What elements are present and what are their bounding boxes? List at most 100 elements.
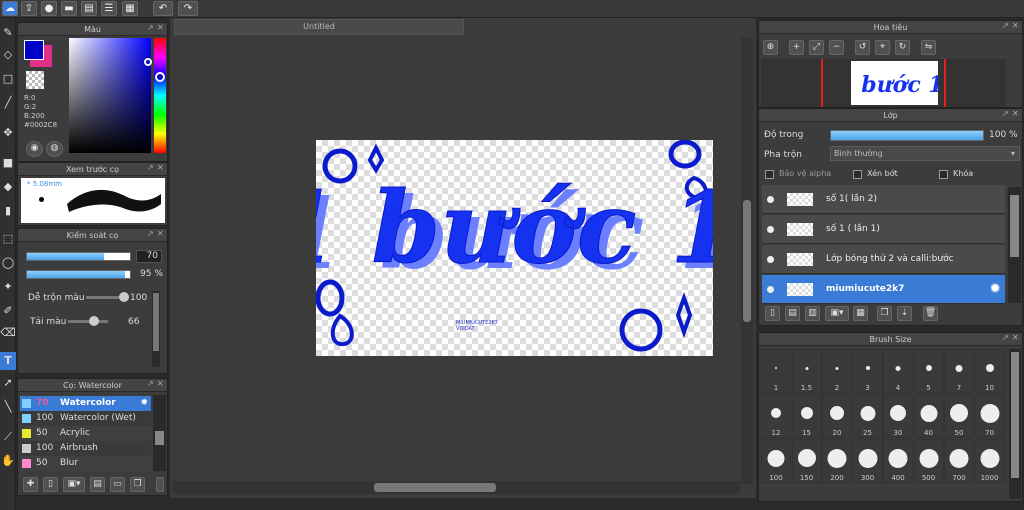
visibility-eye-icon[interactable] <box>767 286 774 293</box>
brush-size-preset[interactable]: 700 <box>944 439 974 483</box>
document-tab[interactable]: Untitled <box>174 19 464 35</box>
close-icon[interactable]: ✕ <box>157 230 165 238</box>
hue-cursor[interactable] <box>155 72 165 82</box>
color-set-icon[interactable]: ◍ <box>46 141 63 157</box>
brush-size-preset[interactable]: 300 <box>852 439 883 483</box>
lock-checkbox[interactable] <box>939 170 948 179</box>
rotate-right-icon[interactable]: ↻ <box>895 40 910 55</box>
page-icon[interactable]: ▤ <box>81 1 97 16</box>
chat-icon[interactable]: ▬ <box>61 1 77 16</box>
transparent-swatch[interactable] <box>26 71 44 89</box>
brush-size-preset[interactable]: 40 <box>913 394 944 438</box>
eraser-tool-icon[interactable]: ◇ <box>0 46 16 64</box>
new-layer-icon[interactable]: ▯ <box>765 306 780 321</box>
blend-slider[interactable] <box>86 292 129 302</box>
close-icon[interactable]: ✕ <box>1012 334 1020 342</box>
brush-size-preset[interactable]: 4 <box>883 349 913 393</box>
move-tool-icon[interactable]: ✥ <box>0 124 16 142</box>
close-icon[interactable]: ✕ <box>157 164 165 172</box>
brush-size-preset[interactable]: 100 <box>761 439 791 483</box>
vertical-scroll-thumb[interactable] <box>743 200 751 322</box>
brush-size-preset[interactable]: 2 <box>822 349 852 393</box>
brush-size-scrollbar[interactable] <box>1009 349 1021 499</box>
delete-layer-icon[interactable]: 🗑 <box>923 306 938 321</box>
brush-size-scroll-thumb[interactable] <box>1011 352 1019 478</box>
saturation-value-picker[interactable] <box>69 38 152 153</box>
visibility-eye-icon[interactable] <box>767 196 774 203</box>
undo-icon[interactable]: ↶ <box>153 1 173 16</box>
flip-icon[interactable]: ⇋ <box>921 40 936 55</box>
document-icon[interactable]: ▤ <box>90 477 105 492</box>
select-pen-icon[interactable]: ✐ <box>0 302 16 320</box>
comment-icon[interactable]: ● <box>41 1 57 16</box>
lasso-icon[interactable]: ◯ <box>0 254 16 272</box>
rect-tool-icon[interactable]: □ <box>0 70 16 88</box>
palette-icon[interactable]: ◉ <box>26 141 43 157</box>
list-icon[interactable]: ☰ <box>101 1 117 16</box>
rotate-left-icon[interactable]: ↺ <box>855 40 870 55</box>
gear-icon[interactable]: ✹ <box>989 275 1001 304</box>
duplicate-layer-icon[interactable]: ▦ <box>853 306 868 321</box>
text-tool-icon[interactable]: T <box>0 352 16 370</box>
reset-view-icon[interactable]: ⌖ <box>875 40 890 55</box>
brush-size-preset[interactable]: 20 <box>822 394 852 438</box>
blend-mode-select[interactable]: Bình thường ▾ <box>830 146 1020 161</box>
share-icon[interactable]: ⇪ <box>21 1 37 16</box>
brush-list-item[interactable]: 70 Watercolor ✹ <box>20 396 151 411</box>
hand-tool-icon[interactable]: ✋ <box>0 452 16 470</box>
folder-icon[interactable]: ▭ <box>110 477 125 492</box>
close-icon[interactable]: ✕ <box>157 380 165 388</box>
expand-icon[interactable]: ↗ <box>147 380 155 388</box>
layer-opacity-slider[interactable] <box>830 130 984 141</box>
expand-icon[interactable]: ↗ <box>1002 110 1010 118</box>
brush-size-preset[interactable]: 5 <box>913 349 944 393</box>
close-icon[interactable]: ✕ <box>1012 22 1020 30</box>
scroll-thumb[interactable] <box>155 431 164 445</box>
expand-icon[interactable]: ↗ <box>147 230 155 238</box>
layer-row[interactable]: Lớp bóng thứ 2 và calli:bước <box>762 245 1005 274</box>
expand-icon[interactable]: ↗ <box>1002 22 1010 30</box>
merge-layer-icon[interactable]: ⇣ <box>897 306 912 321</box>
brush-list-item[interactable]: 100 Airbrush <box>20 441 151 456</box>
new-halftone-layer-icon[interactable]: ▤ <box>785 306 800 321</box>
brush-size-preset[interactable]: 30 <box>883 394 913 438</box>
operation-tool-icon[interactable]: ➚ <box>0 374 16 392</box>
close-icon[interactable]: ✕ <box>1012 110 1020 118</box>
new-page-icon[interactable]: ▯ <box>43 477 58 492</box>
select-rect-icon[interactable]: ⬚ <box>0 230 16 248</box>
brush-tool-icon[interactable]: ✎ <box>0 24 16 42</box>
foreground-color-swatch[interactable] <box>24 40 44 60</box>
brush-list-item[interactable]: 50 Blur <box>20 456 151 471</box>
brush-size-preset[interactable]: 15 <box>791 394 822 438</box>
expand-icon[interactable]: ↗ <box>147 24 155 32</box>
brush-list-item[interactable]: 100 Watercolor (Wet) <box>20 411 151 426</box>
horizontal-scroll-thumb[interactable] <box>374 483 496 492</box>
brush-size-preset[interactable]: 12 <box>761 394 791 438</box>
divide-tool-icon[interactable]: ╲ <box>0 398 16 416</box>
add-dropdown-icon[interactable]: ▣▾ <box>63 477 85 492</box>
zoom-in-icon[interactable]: + <box>789 40 804 55</box>
brush-size-preset[interactable]: 1 <box>761 349 791 393</box>
pigment-slider[interactable] <box>68 316 108 326</box>
brush-list-scrollbar[interactable] <box>153 395 166 471</box>
brush-size-preset[interactable]: 25 <box>852 394 883 438</box>
hue-slider[interactable] <box>154 38 166 153</box>
close-icon[interactable]: ✕ <box>157 24 165 32</box>
visibility-eye-icon[interactable] <box>767 226 774 233</box>
fit-icon[interactable]: ⤢ <box>809 40 824 55</box>
pen-tool-icon[interactable]: ╱ <box>0 94 16 112</box>
brush-list-item[interactable]: 50 Acrylic <box>20 426 151 441</box>
navigator-preview[interactable]: 1 bước 1 <box>761 59 1006 107</box>
layer-row[interactable]: miumiucute2k7 ✹ <box>762 275 1005 304</box>
brush-size-preset[interactable]: 150 <box>791 439 822 483</box>
brush-add-icon[interactable]: ✚ <box>23 477 38 492</box>
brush-size-preset[interactable]: 70 <box>974 394 1005 438</box>
visibility-eye-icon[interactable] <box>767 256 774 263</box>
zoom-icon[interactable]: ⊕ <box>763 40 778 55</box>
vertical-scrollbar[interactable] <box>741 38 753 484</box>
picker-cursor[interactable] <box>144 58 152 66</box>
copy-icon[interactable]: ❐ <box>130 477 145 492</box>
brush-size-preset[interactable]: 3 <box>852 349 883 393</box>
brush-size-preset[interactable]: 400 <box>883 439 913 483</box>
protect-alpha-checkbox[interactable] <box>765 170 774 179</box>
